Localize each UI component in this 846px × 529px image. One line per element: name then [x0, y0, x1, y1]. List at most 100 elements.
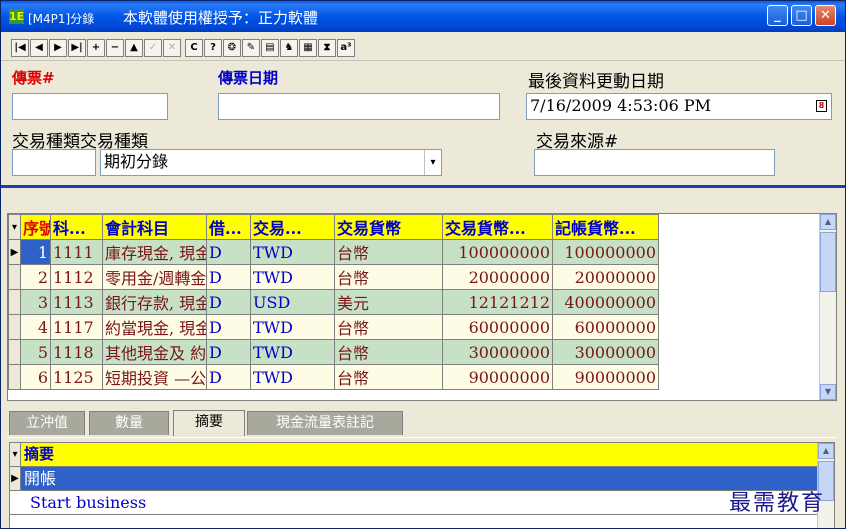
cancel-edit-button[interactable]: ✕: [163, 39, 181, 57]
cell-account-name[interactable]: 庫存現金, 現金及約當: [102, 239, 207, 265]
chevron-down-icon[interactable]: ▾: [424, 150, 441, 175]
cell-account-code[interactable]: 1111: [50, 239, 103, 265]
column-header[interactable]: 會計科目: [102, 214, 207, 240]
cell-seq[interactable]: 1: [20, 239, 51, 265]
voucher-date-input[interactable]: [218, 93, 500, 120]
cell-debit-credit[interactable]: D: [206, 314, 251, 340]
add-record-button[interactable]: +: [87, 39, 105, 57]
cell-account-name[interactable]: 零用金/週轉金, 現金: [102, 264, 207, 290]
delete-record-button[interactable]: −: [106, 39, 124, 57]
summary-row-text[interactable]: 開帳: [24, 467, 56, 490]
column-menu-icon[interactable]: ▾: [10, 443, 21, 466]
cell-txn-type[interactable]: TWD: [250, 264, 335, 290]
cell-account-name[interactable]: 其他現金及 約當現金,: [102, 339, 207, 365]
cell-currency[interactable]: 台幣: [334, 339, 443, 365]
scroll-up-icon[interactable]: ▲: [820, 214, 836, 230]
summary-grid[interactable]: ▾ 摘要 ▶ 開帳 Start business ▲: [9, 442, 835, 528]
last-update-field[interactable]: 7/16/2009 4:53:06 PM 8: [526, 93, 832, 120]
cell-debit-credit[interactable]: D: [206, 339, 251, 365]
cell-seq[interactable]: 2: [20, 264, 51, 290]
cell-txn-amount[interactable]: 30000000: [442, 339, 553, 365]
tab-1[interactable]: 數量: [89, 411, 169, 435]
cell-account-name[interactable]: 銀行存款, 現金及約當: [102, 289, 207, 315]
sort-button[interactable]: a³: [337, 39, 355, 57]
scroll-up-icon[interactable]: ▲: [818, 443, 834, 459]
cell-txn-type[interactable]: TWD: [250, 364, 335, 390]
column-header[interactable]: 序號: [20, 214, 51, 240]
summary-row-text[interactable]: Start business: [30, 491, 146, 514]
table-row[interactable]: 61125短期投資 —公司債,DTWD台幣9000000090000000: [8, 364, 659, 390]
calendar-icon[interactable]: 8: [816, 100, 827, 112]
cell-txn-type[interactable]: TWD: [250, 314, 335, 340]
maximize-button[interactable]: □: [791, 5, 812, 26]
cell-book-amount[interactable]: 90000000: [552, 364, 659, 390]
edit-record-button[interactable]: ▲: [125, 39, 143, 57]
table-row[interactable]: 51118其他現金及 約當現金,DTWD台幣3000000030000000: [8, 339, 659, 365]
copy-button[interactable]: ▤: [261, 39, 279, 57]
cell-txn-type[interactable]: TWD: [250, 239, 335, 265]
scroll-down-icon[interactable]: ▼: [820, 384, 836, 400]
close-button[interactable]: ✕: [815, 5, 836, 26]
cell-currency[interactable]: 美元: [334, 289, 443, 315]
summary-row[interactable]: ▶ 開帳: [10, 467, 818, 491]
cell-seq[interactable]: 4: [20, 314, 51, 340]
column-header[interactable]: 科...: [50, 214, 103, 240]
table-row[interactable]: 41117約當現金, 現金及約當DTWD台幣6000000060000000: [8, 314, 659, 340]
cell-book-amount[interactable]: 100000000: [552, 239, 659, 265]
column-header[interactable]: 借...: [206, 214, 251, 240]
cell-account-name[interactable]: 約當現金, 現金及約當: [102, 314, 207, 340]
cell-txn-amount[interactable]: 60000000: [442, 314, 553, 340]
cell-debit-credit[interactable]: D: [206, 239, 251, 265]
cell-seq[interactable]: 3: [20, 289, 51, 315]
printer-button[interactable]: ▦: [299, 39, 317, 57]
last-record-button[interactable]: ▶|: [68, 39, 86, 57]
pencil-button[interactable]: ✎: [242, 39, 260, 57]
minimize-button[interactable]: _: [767, 5, 788, 26]
cell-currency[interactable]: 台幣: [334, 264, 443, 290]
next-record-button[interactable]: ▶: [49, 39, 67, 57]
cell-txn-amount[interactable]: 12121212: [442, 289, 553, 315]
cell-currency[interactable]: 台幣: [334, 364, 443, 390]
cell-account-code[interactable]: 1117: [50, 314, 103, 340]
cell-book-amount[interactable]: 30000000: [552, 339, 659, 365]
column-header[interactable]: 記帳貨幣...: [552, 214, 659, 240]
cell-txn-type[interactable]: TWD: [250, 339, 335, 365]
cell-seq[interactable]: 6: [20, 364, 51, 390]
help-button[interactable]: ?: [204, 39, 222, 57]
tab-0[interactable]: 立沖值: [9, 411, 85, 435]
column-menu-icon[interactable]: ▾: [8, 214, 21, 240]
cell-txn-amount[interactable]: 20000000: [442, 264, 553, 290]
txn-type-code-input[interactable]: [12, 149, 96, 176]
cell-book-amount[interactable]: 20000000: [552, 264, 659, 290]
first-record-button[interactable]: |◀: [11, 39, 29, 57]
cell-account-name[interactable]: 短期投資 —公司債,: [102, 364, 207, 390]
cell-txn-amount[interactable]: 90000000: [442, 364, 553, 390]
cell-debit-credit[interactable]: D: [206, 364, 251, 390]
cell-seq[interactable]: 5: [20, 339, 51, 365]
cell-txn-type[interactable]: USD: [250, 289, 335, 315]
cell-currency[interactable]: 台幣: [334, 239, 443, 265]
column-header[interactable]: 交易...: [250, 214, 335, 240]
column-header[interactable]: 交易貨幣: [334, 214, 443, 240]
about-button[interactable]: ❂: [223, 39, 241, 57]
scroll-thumb[interactable]: [820, 232, 836, 292]
hourglass-button[interactable]: ⧗: [318, 39, 336, 57]
tab-2[interactable]: 摘要: [173, 410, 245, 436]
txn-source-input[interactable]: [534, 149, 775, 176]
cell-account-code[interactable]: 1118: [50, 339, 103, 365]
txn-type-dropdown[interactable]: 期初分錄 ▾: [100, 149, 442, 176]
entries-grid[interactable]: ▾序號科...會計科目借...交易...交易貨幣交易貨幣...記帳貨幣...▶1…: [7, 213, 837, 401]
title-bar[interactable]: 1E [M4P1]分錄 本軟體使用權授予：正力軟體 _ □ ✕: [1, 1, 845, 32]
cell-book-amount[interactable]: 60000000: [552, 314, 659, 340]
cell-debit-credit[interactable]: D: [206, 289, 251, 315]
refresh-button[interactable]: C: [185, 39, 203, 57]
table-row[interactable]: 31113銀行存款, 現金及約當DUSD美元12121212400000000: [8, 289, 659, 315]
cell-book-amount[interactable]: 400000000: [552, 289, 659, 315]
tab-3[interactable]: 現金流量表註記: [247, 411, 403, 435]
cell-currency[interactable]: 台幣: [334, 314, 443, 340]
cell-account-code[interactable]: 1112: [50, 264, 103, 290]
column-header[interactable]: 交易貨幣...: [442, 214, 553, 240]
summary-row[interactable]: Start business: [10, 491, 818, 515]
table-row[interactable]: 21112零用金/週轉金, 現金DTWD台幣2000000020000000: [8, 264, 659, 290]
cell-txn-amount[interactable]: 100000000: [442, 239, 553, 265]
